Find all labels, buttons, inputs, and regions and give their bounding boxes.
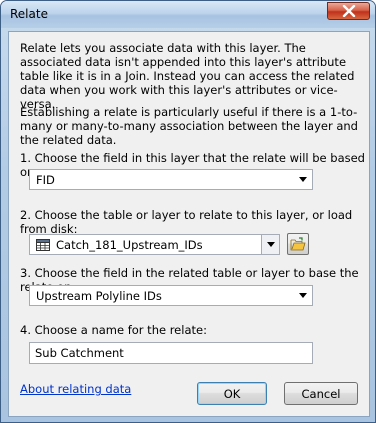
chevron-down-icon [294,170,312,189]
close-icon [342,5,355,17]
related-table-value: Catch_181_Upstream_IDs [56,237,203,252]
chevron-down-icon [294,286,312,305]
related-table-dropdown[interactable]: Catch_181_Upstream_IDs [29,234,280,255]
cancel-button[interactable]: Cancel [284,382,358,405]
close-button[interactable] [327,2,370,20]
relate-name-field[interactable]: Sub Catchment [29,342,313,364]
layer-field-dropdown[interactable]: FID [29,169,313,190]
relate-dialog: Relate Relate lets you associate data wi… [0,0,376,423]
ok-button[interactable]: OK [197,382,267,405]
description-paragraph-2: Establishing a relate is particularly us… [20,105,358,147]
step-2-label: 2. Choose the table or layer to relate t… [20,208,353,236]
step-4-label: 4. Choose a name for the relate: [20,323,207,337]
related-field-dropdown[interactable]: Upstream Polyline IDs [29,285,313,306]
related-field-value: Upstream Polyline IDs [36,288,162,303]
chevron-down-icon [261,235,279,254]
layer-field-value: FID [36,172,55,187]
window-title: Relate [10,7,48,21]
about-relating-data-link[interactable]: About relating data [20,382,131,396]
title-bar[interactable]: Relate [1,1,375,28]
dialog-body: Relate lets you associate data with this… [8,31,370,417]
open-folder-icon [290,237,306,251]
table-icon [36,238,50,251]
relate-name-value: Sub Catchment [35,346,124,360]
description-paragraph-1: Relate lets you associate data with this… [20,41,355,111]
browse-button[interactable] [287,233,309,255]
